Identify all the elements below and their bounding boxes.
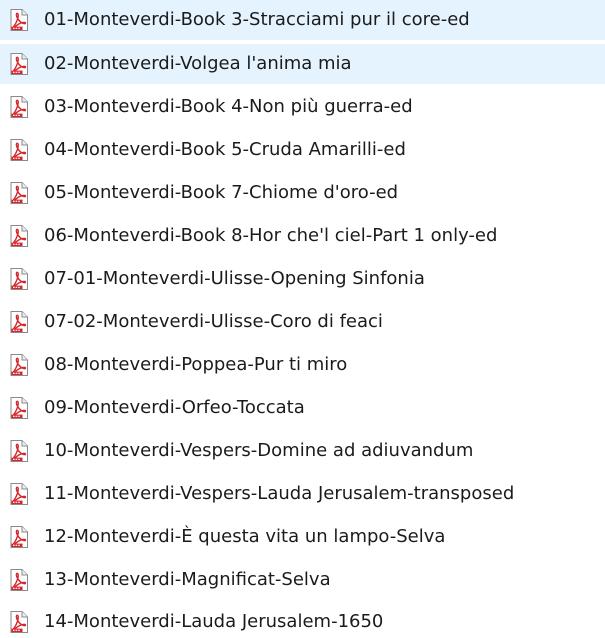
pdf-file-icon	[8, 439, 30, 463]
file-row[interactable]: 13-Monteverdi-Magnificat-Selva	[0, 560, 605, 600]
pdf-file-icon	[8, 52, 30, 76]
file-name: 08-Monteverdi-Poppea-Pur ti miro	[44, 354, 348, 375]
pdf-file-icon	[8, 224, 30, 248]
file-name: 02-Monteverdi-Volgea l'anima mia	[44, 53, 352, 74]
file-row[interactable]: 07-01-Monteverdi-Ulisse-Opening Sinfonia	[0, 259, 605, 299]
file-name: 07-01-Monteverdi-Ulisse-Opening Sinfonia	[44, 268, 425, 289]
file-list: 01-Monteverdi-Book 3-Stracciami pur il c…	[0, 0, 605, 638]
file-name: 11-Monteverdi-Vespers-Lauda Jerusalem-tr…	[44, 483, 515, 504]
file-row[interactable]: 11-Monteverdi-Vespers-Lauda Jerusalem-tr…	[0, 474, 605, 514]
file-name: 05-Monteverdi-Book 7-Chiome d'oro-ed	[44, 182, 399, 203]
file-name: 01-Monteverdi-Book 3-Stracciami pur il c…	[44, 9, 470, 30]
file-name: 12-Monteverdi-È questa vita un lampo-Sel…	[44, 526, 446, 547]
file-row[interactable]: 05-Monteverdi-Book 7-Chiome d'oro-ed	[0, 173, 605, 213]
file-row[interactable]: 09-Monteverdi-Orfeo-Toccata	[0, 388, 605, 428]
file-row[interactable]: 07-02-Monteverdi-Ulisse-Coro di feaci	[0, 302, 605, 342]
pdf-file-icon	[8, 525, 30, 549]
file-row[interactable]: 10-Monteverdi-Vespers-Domine ad adiuvand…	[0, 431, 605, 471]
pdf-file-icon	[8, 8, 30, 32]
file-row[interactable]: 12-Monteverdi-È questa vita un lampo-Sel…	[0, 517, 605, 557]
file-row[interactable]: 14-Monteverdi-Lauda Jerusalem-1650	[0, 602, 605, 638]
file-name: 04-Monteverdi-Book 5-Cruda Amarilli-ed	[44, 139, 406, 160]
file-name: 13-Monteverdi-Magnificat-Selva	[44, 569, 331, 590]
pdf-file-icon	[8, 95, 30, 119]
pdf-file-icon	[8, 396, 30, 420]
file-name: 14-Monteverdi-Lauda Jerusalem-1650	[44, 611, 384, 632]
pdf-file-icon	[8, 310, 30, 334]
file-row[interactable]: 03-Monteverdi-Book 4-Non più guerra-ed	[0, 87, 605, 127]
pdf-file-icon	[8, 267, 30, 291]
file-row[interactable]: 06-Monteverdi-Book 8-Hor che'l ciel-Part…	[0, 216, 605, 256]
file-row[interactable]: 01-Monteverdi-Book 3-Stracciami pur il c…	[0, 0, 605, 40]
file-name: 10-Monteverdi-Vespers-Domine ad adiuvand…	[44, 440, 474, 461]
pdf-file-icon	[8, 568, 30, 592]
file-row[interactable]: 08-Monteverdi-Poppea-Pur ti miro	[0, 345, 605, 385]
file-row[interactable]: 02-Monteverdi-Volgea l'anima mia	[0, 44, 605, 84]
file-name: 03-Monteverdi-Book 4-Non più guerra-ed	[44, 96, 413, 117]
file-name: 07-02-Monteverdi-Ulisse-Coro di feaci	[44, 311, 383, 332]
pdf-file-icon	[8, 353, 30, 377]
file-name: 09-Monteverdi-Orfeo-Toccata	[44, 397, 305, 418]
pdf-file-icon	[8, 138, 30, 162]
pdf-file-icon	[8, 482, 30, 506]
pdf-file-icon	[8, 610, 30, 634]
file-row[interactable]: 04-Monteverdi-Book 5-Cruda Amarilli-ed	[0, 130, 605, 170]
file-name: 06-Monteverdi-Book 8-Hor che'l ciel-Part…	[44, 225, 498, 246]
pdf-file-icon	[8, 181, 30, 205]
